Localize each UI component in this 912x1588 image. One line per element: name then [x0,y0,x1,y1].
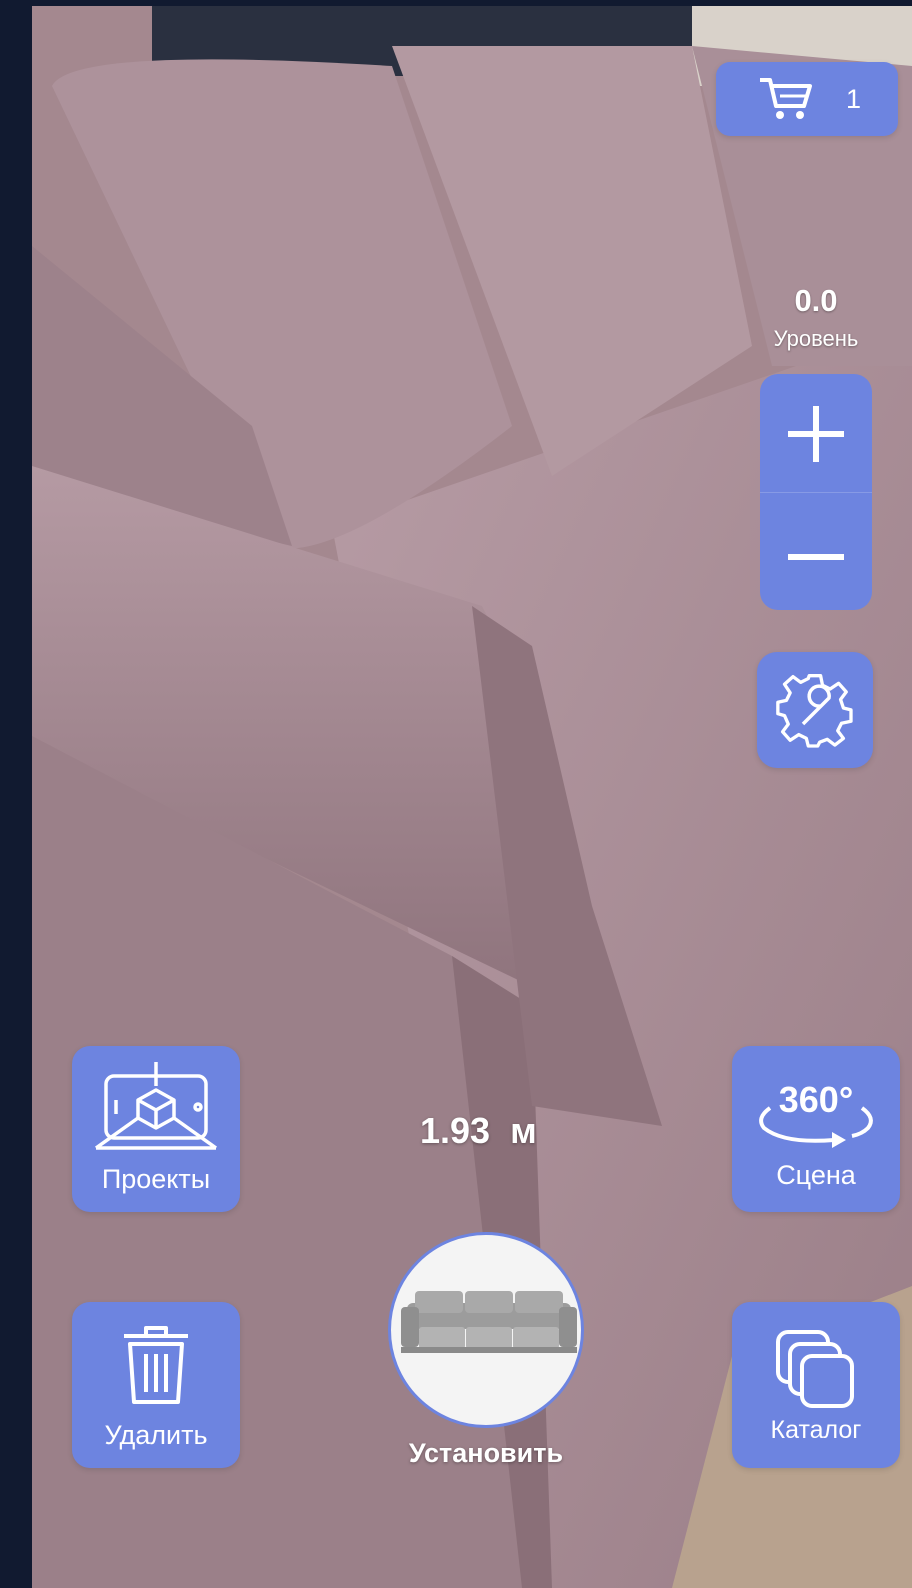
plus-icon [786,404,846,469]
scene-label: Сцена [776,1160,856,1190]
trash-icon [122,1326,190,1409]
cart-count: 1 [846,84,862,114]
level-value: 0.0 [794,283,838,318]
catalog-label: Каталог [770,1416,862,1444]
stack-icon [774,1328,858,1417]
cart-button[interactable]: 1 [716,62,898,136]
rotate-360-icon: 360° [754,1074,878,1159]
gear-wrench-icon [775,670,855,755]
place-object-button[interactable] [388,1232,584,1428]
delete-button[interactable]: Удалить [72,1302,240,1468]
place-label: Установить [408,1438,564,1468]
projects-button[interactable]: Проекты [72,1046,240,1212]
zoom-control [760,374,872,610]
projects-label: Проекты [101,1164,211,1194]
zoom-out-button[interactable] [760,492,872,610]
ar-cube-icon [92,1060,220,1157]
distance-readout: 1.93 м [420,1110,537,1151]
zoom-in-button[interactable] [760,374,872,492]
delete-label: Удалить [104,1420,208,1450]
cart-icon [758,76,814,127]
sofa-thumbnail [397,1289,581,1374]
rotate-360-text: 360° [779,1079,853,1120]
minus-icon [786,548,846,566]
level-label: Уровень [773,326,859,351]
scene-360-button[interactable]: 360° Сцена [732,1046,900,1212]
catalog-button[interactable]: Каталог [732,1302,900,1468]
settings-button[interactable] [757,652,873,768]
